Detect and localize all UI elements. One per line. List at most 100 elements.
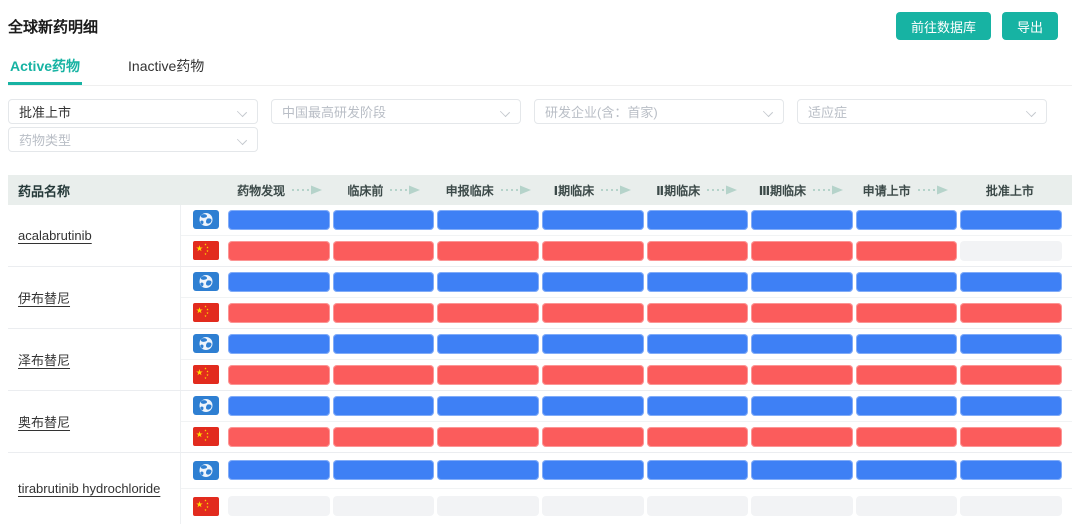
stage-segment (437, 396, 539, 416)
china-bar-line (181, 489, 1072, 524)
progress-bars (181, 329, 1072, 390)
stage-segment (542, 460, 644, 480)
stage-segment (228, 303, 330, 323)
stage-segment (647, 460, 749, 480)
page-title: 全球新药明细 (8, 16, 98, 37)
chevron-down-icon (501, 107, 510, 116)
filter-dropdown[interactable]: 适应症 (797, 99, 1047, 124)
china-progress-bar (228, 241, 1062, 261)
stage-segment (751, 427, 853, 447)
stage-segment (856, 460, 958, 480)
go-to-database-button[interactable]: 前往数据库 (896, 12, 991, 40)
china-flag-icon (193, 303, 219, 322)
stage-label: Ⅰ期临床 (554, 182, 594, 199)
china-progress-bar (228, 365, 1062, 385)
drug-name-cell: tirabrutinib hydrochloride (8, 453, 181, 524)
stage-segment (228, 460, 330, 480)
table-row: 伊布替尼 (8, 267, 1072, 329)
stage-segment (751, 241, 853, 261)
stage-label: 申报临床 (446, 182, 494, 199)
stage-arrow-icon (600, 185, 632, 195)
stage-segment (856, 396, 958, 416)
stage-segment (647, 365, 749, 385)
stage-segment (437, 303, 539, 323)
stage-segment (437, 496, 539, 516)
stage-segment (751, 210, 853, 230)
china-progress-bar (228, 427, 1062, 447)
stage-arrow-icon (812, 185, 844, 195)
stage-segment (333, 272, 435, 292)
stage-segment (228, 365, 330, 385)
column-header-drug-name: 药品名称 (8, 181, 181, 200)
stage-segment (856, 272, 958, 292)
stage-segment (228, 272, 330, 292)
stage-header-cell: Ⅱ期临床 (645, 182, 749, 199)
filter-dropdown[interactable]: 药物类型 (8, 127, 258, 152)
table-row: 奥布替尼 (8, 391, 1072, 453)
filter-area: 批准上市 中国最高研发阶段 研发企业(含：首家) 适应症 药物类型 (8, 99, 1072, 152)
stage-segment (960, 210, 1062, 230)
stage-segment (856, 427, 958, 447)
global-new-drug-panel: 全球新药明细 前往数据库 导出 Active药物 Inactive药物 批准上市 … (0, 0, 1080, 524)
stage-header-cell: 申请上市 (854, 182, 958, 199)
stage-label: 批准上市 (986, 182, 1034, 199)
china-flag-icon (193, 241, 219, 260)
tab-active-drugs[interactable]: Active药物 (8, 52, 82, 85)
filter-dropdown-label: 批准上市 (19, 102, 238, 121)
stage-label: 临床前 (347, 182, 383, 199)
stage-segment (856, 496, 958, 516)
progress-bars (181, 453, 1072, 524)
drug-name-cell: 奥布替尼 (8, 391, 181, 452)
china-bar-line (181, 298, 1072, 329)
stage-segment (542, 365, 644, 385)
global-bar-line (181, 267, 1072, 298)
drug-name-cell: acalabrutinib (8, 205, 181, 266)
stage-segment (542, 496, 644, 516)
filter-dropdown[interactable]: 中国最高研发阶段 (271, 99, 521, 124)
chevron-down-icon (764, 107, 773, 116)
stage-segment (647, 241, 749, 261)
global-progress-bar (228, 396, 1062, 416)
globe-icon (193, 396, 219, 415)
table-body: acalabrutinib (8, 205, 1072, 524)
stage-segment (751, 396, 853, 416)
global-progress-bar (228, 272, 1062, 292)
export-button[interactable]: 导出 (1002, 12, 1058, 40)
progress-bars (181, 267, 1072, 328)
stage-segment (647, 396, 749, 416)
filter-dropdown[interactable]: 研发企业(含：首家) (534, 99, 784, 124)
stage-segment (647, 496, 749, 516)
stage-segment (437, 334, 539, 354)
filter-row-1: 批准上市 中国最高研发阶段 研发企业(含：首家) 适应症 (8, 99, 1072, 124)
table-row: 泽布替尼 (8, 329, 1072, 391)
drug-name-link[interactable]: 伊布替尼 (18, 288, 70, 307)
stage-header-cell: Ⅰ期临床 (541, 182, 645, 199)
stage-segment (333, 210, 435, 230)
stage-label: 申请上市 (863, 182, 911, 199)
stage-segment (751, 303, 853, 323)
chevron-down-icon (238, 107, 247, 116)
stage-segment (437, 210, 539, 230)
stage-header-cell: 药物发现 (228, 182, 332, 199)
stage-segment (228, 241, 330, 261)
stage-segment (228, 427, 330, 447)
drug-name-link[interactable]: 奥布替尼 (18, 412, 70, 431)
drug-name-link[interactable]: 泽布替尼 (18, 350, 70, 369)
tab-inactive-drugs[interactable]: Inactive药物 (126, 52, 206, 85)
stage-segment (542, 210, 644, 230)
stage-segment (333, 427, 435, 447)
stage-segment (333, 365, 435, 385)
stage-segment (856, 334, 958, 354)
filter-dropdown-label: 中国最高研发阶段 (282, 102, 501, 121)
stage-segment (542, 396, 644, 416)
stage-segment (647, 303, 749, 323)
drug-name-link[interactable]: acalabrutinib (18, 228, 92, 243)
drug-name-link[interactable]: tirabrutinib hydrochloride (18, 481, 160, 496)
china-bar-line (181, 236, 1072, 267)
filter-dropdown[interactable]: 批准上市 (8, 99, 258, 124)
stage-segment (647, 210, 749, 230)
filter-dropdown-label: 研发企业(含：首家) (545, 102, 764, 121)
table-row: acalabrutinib (8, 205, 1072, 267)
stage-segment (856, 210, 958, 230)
stage-segment (856, 241, 958, 261)
